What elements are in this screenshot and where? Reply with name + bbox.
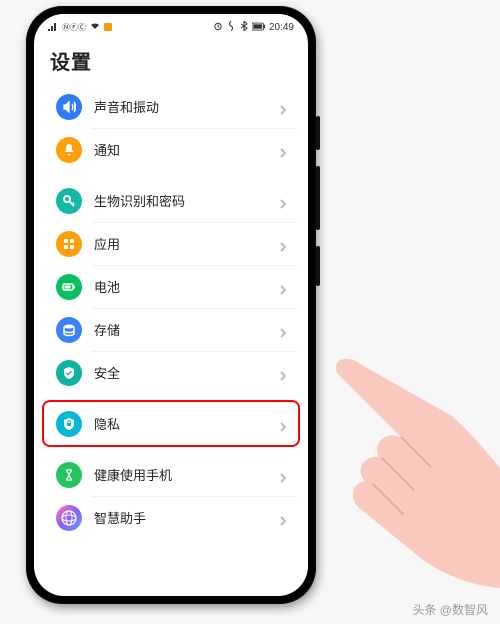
settings-row-storage[interactable]: 存储: [44, 308, 298, 351]
settings-group-2: 生物识别和密码 应用 电池: [44, 179, 298, 394]
status-left: ⓃⒻⒸ: [48, 21, 112, 33]
app-stage: ⓃⒻⒸ: [0, 0, 500, 624]
settings-label: 安全: [94, 363, 278, 382]
status-wifi-icon: [90, 21, 100, 33]
status-nfc-icon: ⓃⒻⒸ: [62, 22, 86, 33]
watermark-text: 头条 @数智风: [412, 601, 488, 618]
settings-label: 健康使用手机: [94, 465, 278, 484]
chevron-right-icon: [278, 145, 288, 155]
speaker-icon: [56, 94, 82, 120]
sphere-icon: [56, 505, 82, 531]
phone-frame: ⓃⒻⒸ: [26, 6, 316, 604]
chevron-right-icon: [278, 282, 288, 292]
chevron-right-icon: [278, 239, 288, 249]
storage-icon: [56, 317, 82, 343]
chevron-right-icon: [278, 325, 288, 335]
settings-group-1: 声音和振动 通知: [44, 85, 298, 171]
status-bar: ⓃⒻⒸ: [34, 14, 308, 38]
chevron-right-icon: [278, 470, 288, 480]
settings-row-security[interactable]: 安全: [44, 351, 298, 394]
status-right: 20:49: [213, 21, 294, 33]
settings-list[interactable]: 声音和振动 通知: [34, 85, 308, 539]
settings-row-battery[interactable]: 电池: [44, 265, 298, 308]
settings-row-wellbeing[interactable]: 健康使用手机: [44, 453, 298, 496]
settings-label: 存储: [94, 320, 278, 339]
status-signal-icon: [48, 21, 58, 33]
status-time: 20:49: [269, 22, 294, 33]
chevron-right-icon: [278, 102, 288, 112]
side-button-3: [316, 246, 320, 286]
pointing-hand-illustration: [290, 334, 500, 594]
key-icon: [56, 188, 82, 214]
shield-check-icon: [56, 360, 82, 386]
chevron-right-icon: [278, 513, 288, 523]
settings-label: 通知: [94, 140, 278, 159]
alarm-icon: [213, 21, 223, 33]
bluetooth-icon: [239, 21, 249, 33]
settings-group-highlight: 隐私: [42, 400, 300, 447]
settings-label: 生物识别和密码: [94, 191, 278, 210]
settings-row-biometric[interactable]: 生物识别和密码: [44, 179, 298, 222]
settings-row-notify[interactable]: 通知: [44, 128, 298, 171]
bell-icon: [56, 137, 82, 163]
phone-screen: ⓃⒻⒸ: [34, 14, 308, 596]
settings-label: 隐私: [94, 414, 278, 433]
battery-icon: [252, 22, 266, 33]
settings-label: 智慧助手: [94, 508, 278, 527]
settings-label: 应用: [94, 234, 278, 253]
settings-row-apps[interactable]: 应用: [44, 222, 298, 265]
status-extra-icon: [104, 23, 112, 31]
chevron-right-icon: [278, 196, 288, 206]
chevron-right-icon: [278, 419, 288, 429]
grid-icon: [56, 231, 82, 257]
vibrate-icon: [226, 21, 236, 33]
settings-label: 电池: [94, 277, 278, 296]
settings-label: 声音和振动: [94, 97, 278, 116]
settings-group-4: 健康使用手机 智慧助手: [44, 453, 298, 539]
settings-row-privacy[interactable]: 隐私: [44, 402, 298, 445]
page-title: 设置: [34, 38, 308, 85]
chevron-right-icon: [278, 368, 288, 378]
battery-icon: [56, 274, 82, 300]
settings-row-assistant[interactable]: 智慧助手: [44, 496, 298, 539]
side-button-2: [316, 166, 320, 230]
hourglass-icon: [56, 462, 82, 488]
shield-lock-icon: [56, 411, 82, 437]
side-button-1: [316, 116, 320, 150]
settings-row-sound[interactable]: 声音和振动: [44, 85, 298, 128]
